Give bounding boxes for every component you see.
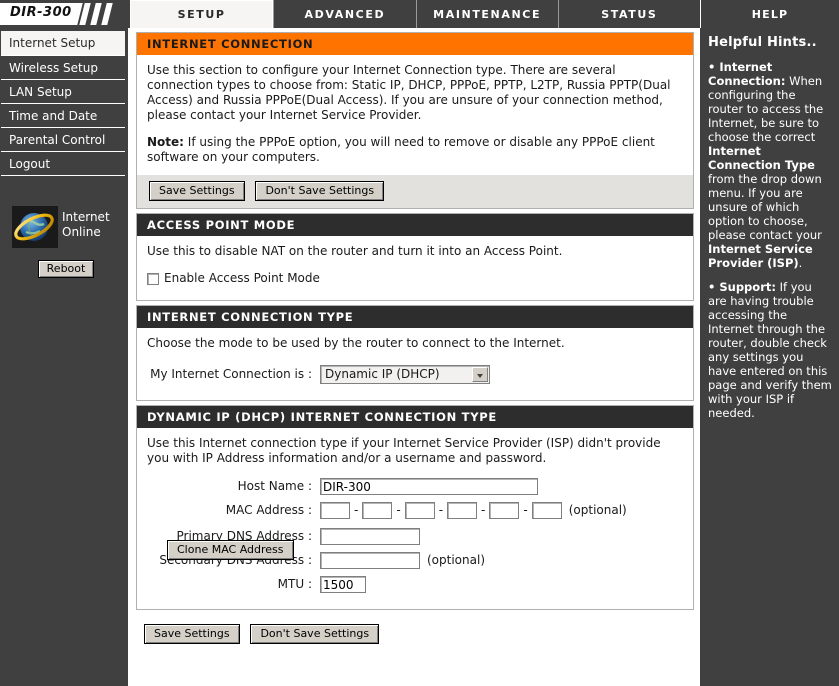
hint-support: • Support: If you are having trouble acc…: [708, 280, 832, 420]
sidebar-item-parental-control[interactable]: Parental Control: [1, 127, 125, 151]
connection-type-select[interactable]: Dynamic IP (DHCP): [320, 365, 490, 384]
mac-address-row: MAC Address : - - - - - (optional): [147, 502, 683, 519]
footer-button-row: Save Settings Don't Save Settings: [132, 610, 698, 644]
hint-bullet-icon: •: [708, 60, 720, 74]
access-point-mode-header: ACCESS POINT MODE: [137, 214, 693, 236]
enable-access-point-mode-checkbox[interactable]: [147, 272, 159, 285]
helpful-hints-panel: Helpful Hints.. • Internet Connection: W…: [700, 28, 839, 686]
status-line-1: Internet: [62, 210, 110, 224]
internet-connection-button-row: Save Settings Don't Save Settings: [137, 175, 693, 208]
helpful-hints-title: Helpful Hints..: [708, 35, 817, 50]
save-settings-button-bottom[interactable]: Save Settings: [144, 624, 240, 644]
sidebar-item-logout[interactable]: Logout: [1, 151, 125, 175]
top-navigation-bar: DIR-300 SETUP ADVANCED MAINTENANCE STATU…: [0, 0, 839, 28]
mac-separator: -: [396, 503, 401, 517]
tab-help[interactable]: HELP: [700, 0, 839, 28]
mac-separator: -: [481, 503, 486, 517]
tab-status[interactable]: STATUS: [557, 0, 700, 28]
mac-octet-4[interactable]: [447, 502, 478, 519]
logo-slash-icon: [90, 3, 102, 25]
internet-connection-header: INTERNET CONNECTION: [137, 33, 693, 55]
sidebar: Internet Setup Wireless Setup LAN Setup …: [0, 28, 130, 686]
reboot-button[interactable]: Reboot: [38, 260, 94, 278]
internet-connection-type-body: Choose the mode to be used by the router…: [137, 328, 693, 400]
brand-logo: DIR-300: [0, 0, 130, 28]
hint-body: When configuring the router to access th…: [708, 74, 823, 270]
internet-status-label: Internet Online: [62, 210, 110, 240]
mac-separator: -: [438, 503, 444, 517]
internet-connection-body: Use this section to configure your Inter…: [137, 55, 693, 175]
internet-connection-paragraph: Use this section to configure your Inter…: [147, 63, 671, 122]
status-line-2: Online: [62, 225, 101, 239]
hint-body-part-3: .: [798, 256, 803, 270]
mac-optional-note: (optional): [568, 503, 627, 517]
hint-body-part-1: If you are having trouble accessing the …: [708, 280, 832, 420]
logo-text: DIR-300: [10, 5, 72, 20]
dhcp-panel: DYNAMIC IP (DHCP) INTERNET CONNECTION TY…: [136, 405, 694, 610]
hint-bold-1: Internet Connection Type: [708, 144, 815, 172]
host-name-input[interactable]: [320, 478, 538, 495]
connection-type-field-row: My Internet Connection is : Dynamic IP (…: [147, 365, 683, 384]
logo-slash-icon: [101, 3, 113, 25]
tab-maintenance[interactable]: MAINTENANCE: [415, 0, 558, 28]
host-name-row: Host Name :: [147, 478, 683, 495]
internet-connection-type-panel: INTERNET CONNECTION TYPE Choose the mode…: [136, 305, 694, 401]
note-text: If using the PPPoE option, you will need…: [147, 135, 655, 164]
internet-connection-panel: INTERNET CONNECTION Use this section to …: [136, 32, 694, 209]
sidebar-item-time-and-date[interactable]: Time and Date: [1, 103, 125, 127]
mac-octet-1[interactable]: [320, 502, 350, 519]
mac-separator: -: [523, 503, 528, 517]
dont-save-settings-button-bottom[interactable]: Don't Save Settings: [250, 624, 380, 644]
dont-save-settings-button-top[interactable]: Don't Save Settings: [255, 181, 385, 201]
hint-title: Internet Connection:: [708, 60, 786, 88]
chevron-down-icon[interactable]: [472, 367, 488, 382]
sidebar-menu: Internet Setup Wireless Setup LAN Setup …: [1, 31, 125, 176]
dhcp-header: DYNAMIC IP (DHCP) INTERNET CONNECTION TY…: [137, 406, 693, 428]
internet-connection-type-header: INTERNET CONNECTION TYPE: [137, 306, 693, 328]
dhcp-body: Use this Internet connection type if you…: [137, 428, 693, 609]
mac-address-label: MAC Address :: [225, 503, 312, 517]
sidebar-item-wireless-setup[interactable]: Wireless Setup: [1, 55, 125, 79]
secondary-dns-optional-note: (optional): [427, 553, 485, 567]
mac-address-fields: - - - - - (optional): [320, 502, 627, 519]
mac-separator: -: [354, 503, 359, 517]
dhcp-description: Use this Internet connection type if you…: [147, 436, 661, 465]
sidebar-item-lan-setup[interactable]: LAN Setup: [1, 79, 125, 103]
primary-dns-input[interactable]: [320, 528, 420, 545]
mtu-input[interactable]: [320, 576, 366, 593]
access-point-mode-panel: ACCESS POINT MODE Use this to disable NA…: [136, 213, 694, 301]
router-admin-page: DIR-300 SETUP ADVANCED MAINTENANCE STATU…: [0, 0, 839, 686]
mtu-label: MTU :: [277, 577, 312, 591]
connection-type-label: My Internet Connection is :: [150, 367, 312, 381]
tab-advanced[interactable]: ADVANCED: [273, 0, 416, 28]
hint-bold-2: Internet Service Provider (ISP): [708, 242, 813, 270]
sidebar-item-internet-setup[interactable]: Internet Setup: [1, 31, 125, 55]
enable-access-point-mode-row[interactable]: Enable Access Point Mode: [147, 271, 683, 286]
save-settings-button-top[interactable]: Save Settings: [149, 181, 245, 201]
internet-connection-type-description: Choose the mode to be used by the router…: [147, 336, 565, 350]
tab-setup[interactable]: SETUP: [130, 0, 274, 28]
globe-icon: [12, 206, 58, 248]
connection-type-selected-value: Dynamic IP (DHCP): [325, 367, 440, 381]
mac-octet-3[interactable]: [404, 502, 435, 519]
hint-body: If you are having trouble accessing the …: [708, 280, 832, 420]
hint-body-part-2: from the drop down menu. If you are unsu…: [708, 172, 822, 242]
clone-mac-address-button[interactable]: Clone MAC Address: [167, 540, 294, 560]
mac-octet-5[interactable]: [489, 502, 520, 519]
note-label: Note:: [147, 135, 184, 149]
secondary-dns-input[interactable]: [320, 552, 420, 569]
mtu-row: MTU :: [147, 576, 683, 593]
host-name-label: Host Name :: [237, 479, 312, 493]
hint-bullet-icon: •: [708, 280, 720, 294]
access-point-mode-description: Use this to disable NAT on the router an…: [147, 244, 563, 258]
access-point-mode-body: Use this to disable NAT on the router an…: [137, 236, 693, 300]
enable-access-point-mode-label: Enable Access Point Mode: [164, 271, 320, 285]
hint-internet-connection: • Internet Connection: When configuring …: [708, 60, 832, 270]
hint-title: Support:: [719, 280, 776, 294]
mac-octet-2[interactable]: [362, 502, 393, 519]
mac-octet-6[interactable]: [531, 502, 562, 519]
main-content: INTERNET CONNECTION Use this section to …: [132, 28, 700, 686]
internet-connection-note: Note: If using the PPPoE option, you wil…: [147, 135, 683, 165]
